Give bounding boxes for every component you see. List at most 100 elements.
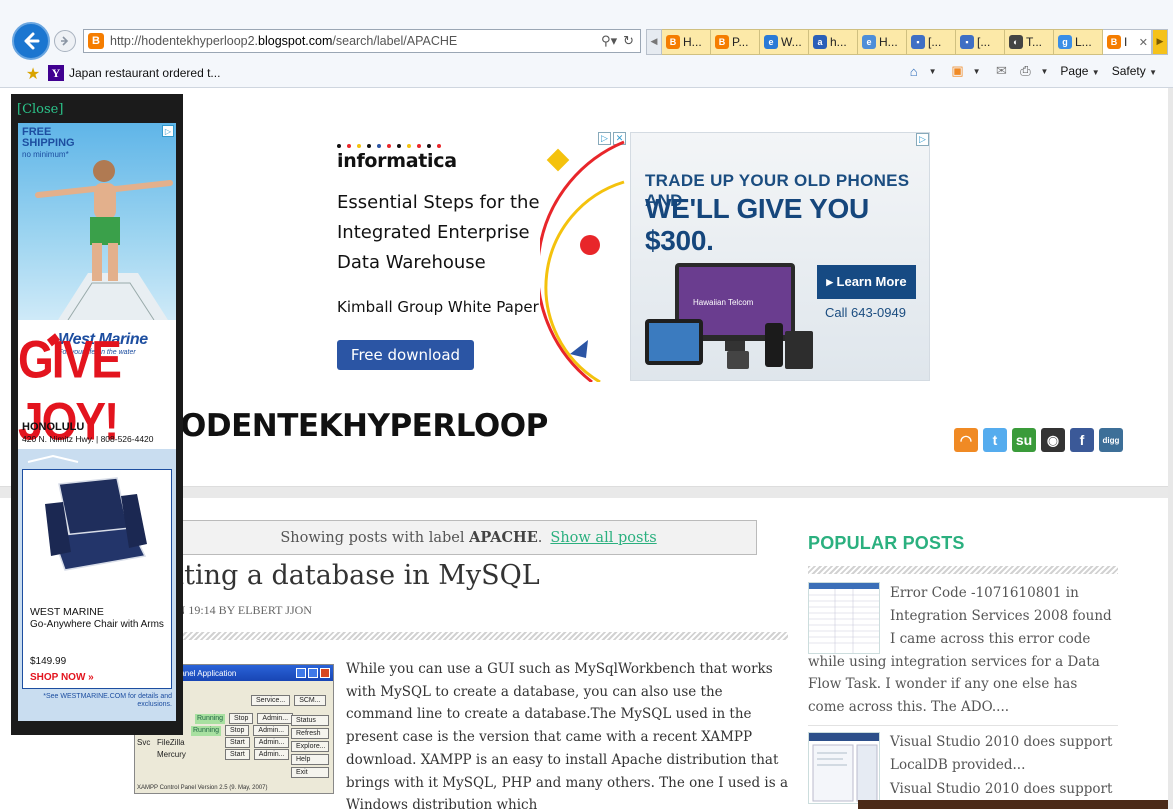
browser-tab[interactable]: a h... [809, 29, 858, 55]
blog-title[interactable]: ODENTEKHYPERLOOP [180, 408, 548, 444]
popular-post-title[interactable]: Visual Studio 2010 does support [890, 778, 1120, 801]
google-icon: g [1058, 35, 1072, 49]
tab-label: h... [830, 35, 847, 49]
adchoices-icon[interactable]: ▷ [916, 133, 929, 146]
maximize-icon [308, 668, 318, 678]
xampp-service-button: Service... [251, 694, 291, 706]
informatica-logo: informatica [337, 150, 457, 172]
xampp-row-button: Stop [229, 713, 254, 724]
safety-dropdown-icon: ▼ [1149, 68, 1157, 77]
xampp-row-button: Start [225, 749, 250, 760]
store-address: 420 N. Nimitz Hwy. | 808-526-4420 [22, 434, 154, 444]
home-dropdown-icon[interactable]: ▼ [929, 67, 937, 76]
feeds-dropdown-icon[interactable]: ▼ [973, 67, 981, 76]
west-marine-ad[interactable]: FREE SHIPPING no minimum* ▷ ◆West Marine … [18, 123, 176, 721]
facebook-icon[interactable]: f [1070, 428, 1094, 452]
learn-more-button[interactable]: ▸ Learn More [817, 265, 916, 299]
post-divider [168, 632, 788, 640]
tab-scroll-right-button[interactable]: ▶ [1152, 29, 1168, 55]
page-menu[interactable]: Page ▼ [1060, 64, 1105, 78]
ad-choices[interactable]: ▷ [916, 133, 929, 146]
twitter-icon[interactable]: t [983, 428, 1007, 452]
tab-label: [... [928, 35, 942, 49]
xampp-scm-button: SCM... [294, 694, 326, 706]
xampp-status: Running [191, 725, 221, 736]
back-button[interactable] [12, 22, 50, 60]
page-menu-label: Page [1060, 64, 1089, 78]
informatica-ad[interactable]: ▷ ✕ informatica Essential Steps for the … [322, 132, 626, 382]
browser-tab[interactable]: B I ✕ [1103, 29, 1152, 55]
free-download-button[interactable]: Free download [337, 340, 474, 370]
refresh-icon[interactable]: ↻ [623, 34, 634, 49]
product-card[interactable]: WEST MARINE Go-Anywhere Chair with Arms … [22, 469, 172, 689]
xampp-side-button: Explore... [291, 741, 329, 752]
mail-icon[interactable]: ✉ [992, 63, 1010, 79]
browser-tab[interactable]: g L... [1054, 29, 1103, 55]
tab-label: P... [732, 35, 749, 49]
browser-tab[interactable]: ▪ [... [907, 29, 956, 55]
popular-post-snippet: I came across this error code while usin… [808, 631, 1100, 716]
label-name: APACHE [469, 529, 538, 546]
xampp-side-buttons: Status Refresh Explore... Help Exit [291, 715, 329, 778]
ie-icon: e [764, 35, 778, 49]
favorites-star-icon[interactable]: ★ [24, 64, 42, 83]
msdn-icon: ▪ [911, 35, 925, 49]
xampp-status [191, 750, 221, 760]
safety-menu[interactable]: Safety ▼ [1112, 64, 1163, 78]
showing-text: Showing posts with label [280, 530, 465, 546]
browser-tab[interactable]: ▪ [... [956, 29, 1005, 55]
forward-arrow-icon [61, 36, 69, 46]
favorites-link[interactable]: Y Japan restaurant ordered t... [48, 65, 220, 81]
tab-scroll-left-button[interactable]: ◀ [646, 29, 662, 55]
blogger-icon: B [666, 35, 680, 49]
xampp-module-row: Svc FileZilla Start Admin... [137, 737, 290, 748]
browser-chrome: B http://hodentekhyperloop2.blogspot.com… [0, 0, 1173, 88]
rss-feed-icon[interactable]: ▣ [949, 63, 967, 79]
digg-icon[interactable]: digg [1099, 428, 1123, 452]
search-icon[interactable]: ⚲▾ [601, 34, 617, 49]
informatica-subheading: Kimball Group White Paper [337, 298, 539, 316]
reddit-icon[interactable]: ◉ [1041, 428, 1065, 452]
chevron-up-icon[interactable] [26, 455, 80, 463]
browser-tab[interactable]: B H... [662, 29, 711, 55]
address-url[interactable]: http://hodentekhyperloop2.blogspot.com/s… [110, 34, 601, 48]
stumbleupon-icon[interactable]: su [1012, 428, 1036, 452]
tab-close-icon[interactable]: ✕ [1139, 36, 1148, 49]
popular-post-thumbnail[interactable] [808, 732, 880, 804]
rss-icon[interactable]: ◠ [954, 428, 978, 452]
address-bar[interactable]: B http://hodentekhyperloop2.blogspot.com… [83, 29, 641, 53]
xampp-title: Panel Application [175, 668, 237, 678]
post-title[interactable]: ating a database in MySQL [168, 560, 540, 591]
browser-tab[interactable]: e W... [760, 29, 809, 55]
browser-tab[interactable]: e H... [858, 29, 907, 55]
scrollbar[interactable] [1168, 88, 1173, 809]
popular-separator [808, 725, 1118, 726]
hawaiian-headline-2: WE'LL GIVE YOU $300. [645, 193, 869, 256]
hawaiian-telcom-ad[interactable]: ▷ TRADE UP YOUR OLD PHONES AND WE'LL GIV… [630, 132, 930, 381]
browser-tab[interactable]: B P... [711, 29, 760, 55]
xampp-module: FileZilla [157, 738, 185, 747]
safety-menu-label: Safety [1111, 64, 1146, 78]
informatica-headline: Essential Steps for the Integrated Enter… [337, 192, 540, 273]
show-all-posts-link[interactable]: Show all posts [550, 530, 656, 546]
tab-strip: ◀ B H... B P... e W... a h... e H... ▪ [... ▪ [... ◐ T.… [646, 29, 1168, 55]
shop-now-button[interactable]: SHOP NOW » [30, 672, 94, 683]
url-prefix: http://hodentekhyperloop2. [110, 34, 259, 48]
forward-button[interactable] [54, 30, 76, 52]
browser-tab[interactable]: ◐ T... [1005, 29, 1054, 55]
print-icon[interactable]: ⎙ [1016, 63, 1034, 79]
xampp-row-button: Admin... [253, 725, 290, 736]
print-dropdown-icon[interactable]: ▼ [1040, 67, 1048, 76]
home-icon[interactable]: ⌂ [905, 63, 923, 79]
xampp-row-button: Admin... [257, 713, 294, 724]
device-brand-text: Hawaiian Telcom [693, 298, 754, 307]
adchoices-icon[interactable]: ▷ [162, 125, 174, 137]
tab-label: H... [879, 35, 898, 49]
close-ad-link[interactable]: [Close] [17, 102, 63, 117]
msdn-icon: ▪ [960, 35, 974, 49]
popular-post-title[interactable]: Error Code -1071610801 in Integration Se… [890, 582, 1120, 627]
xampp-row-button: Start [225, 737, 250, 748]
ad-footnote: *See WESTMARINE.COM for details and excl… [43, 693, 172, 708]
popular-post-title[interactable]: Visual Studio 2010 does support LocalDB … [890, 731, 1120, 776]
informatica-dots-icon [337, 144, 441, 148]
